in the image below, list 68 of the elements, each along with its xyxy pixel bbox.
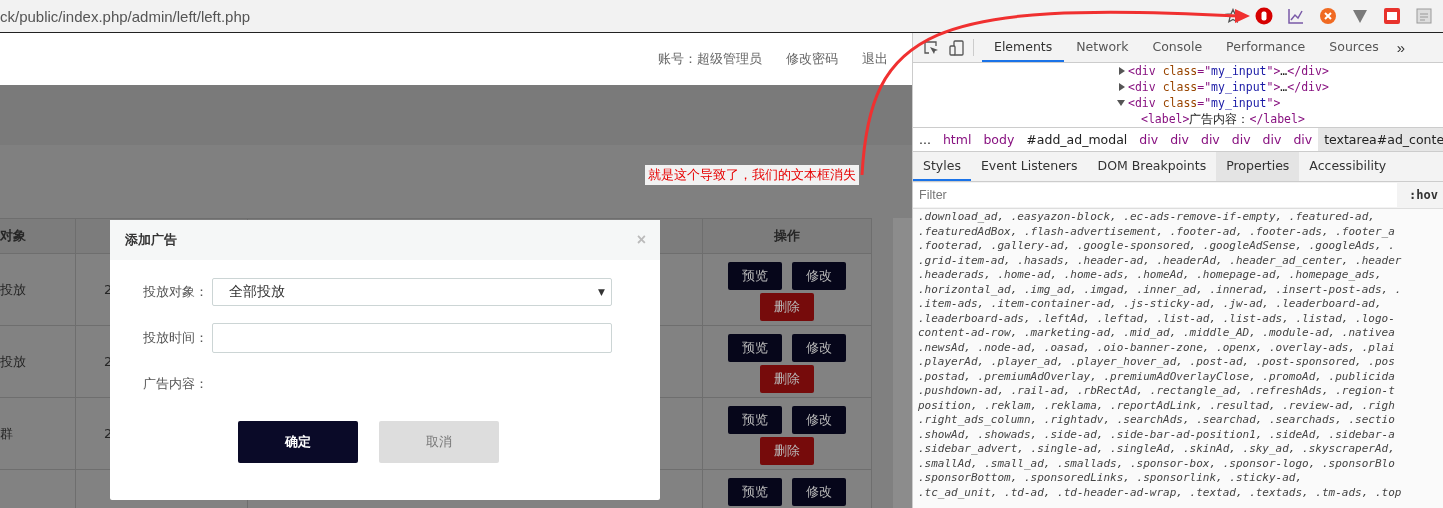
devtools-tab[interactable]: Performance [1214, 33, 1318, 62]
dom-line[interactable]: <div class="my_input"> [1117, 95, 1281, 111]
disclosure-icon[interactable] [1117, 100, 1125, 106]
account-label: 账号：超级管理员 [658, 50, 762, 68]
action-button[interactable]: 修改 [792, 262, 846, 290]
panel-tab[interactable]: Accessibility [1299, 152, 1397, 181]
breadcrumb-item[interactable]: div [1256, 128, 1288, 151]
devtools-tab[interactable]: Network [1064, 33, 1141, 62]
field-label: 投放对象： [143, 283, 209, 301]
scrollbar-track[interactable] [893, 218, 912, 508]
field-label: 广告内容： [143, 375, 209, 393]
input-field[interactable] [212, 323, 612, 353]
breadcrumb-item[interactable]: #add_ad_modal [1020, 128, 1134, 151]
header-link[interactable]: 退出 [862, 50, 888, 68]
breadcrumb-item[interactable]: div [1164, 128, 1195, 151]
column-header: 操作 [703, 219, 872, 254]
dom-line[interactable]: <div class="my_input">…</div> [1117, 79, 1329, 95]
breadcrumb-item[interactable]: div [1194, 128, 1226, 151]
square-icon[interactable] [1383, 7, 1401, 25]
panel-tab[interactable]: Properties [1216, 152, 1300, 181]
action-button[interactable]: 预览 [728, 478, 782, 506]
circle-icon[interactable] [1319, 7, 1337, 25]
star-icon[interactable] [1225, 8, 1241, 24]
table-cell: 投放 [0, 254, 76, 326]
action-button[interactable]: 预览 [728, 406, 782, 434]
field-label: 投放时间： [143, 329, 209, 347]
breadcrumb-item[interactable]: textarea#ad_conte [1318, 128, 1443, 151]
breadcrumb-item[interactable]: body [977, 128, 1021, 151]
breadcrumb-item[interactable]: div [1133, 128, 1165, 151]
dom-line[interactable]: <label>广告内容：</label> [1141, 111, 1305, 127]
dom-line[interactable]: <div class="my_input">…</div> [1117, 63, 1329, 79]
devtools-tab[interactable]: Sources [1317, 33, 1391, 62]
css-code: .download_ad, .easyazon-block, .ec-ads-remove-if-empty, .featured-ad, .featuredAdBox, .flash-advertisement, .footer-ad, .footer-ads, .footer_a .footerad, .gallery-ad, .google-sponsored, .googleAdSense, .googleAds, . .grid-item-ad, .hasads, .header-ad, .headerAd, .header_ad_center, .header .headerads, .home-ad, .home-ads, .homeAd, .homepage-ad, .homepage_ads, .horizontal_ad, .img_ad, .imgad, .inner_ad, .innerad, .insert-post-ads, . .item-ads, .item-container-ad, .js-sticky-ad, .jw-ad, .leaderboard-ad, .leaderboard-ads, .leftAd, .leftad, .list-ad, .list-ads, .listad, .logo- content-ad-row, .marketing-ad, .mid_ad, .middle_AD, .module-ad, .nativea .newsAd, .node-ad, .oasad, .oio-banner-zone, .openx, .overlay-ads, .plai .playerAd, .player_ad, .player_hover_ad, .post-ad, .post-sponsored, .pos .postad, .premiumAdOverlay, .premiumAdOverlayClose, .promoAd, .publicida .pushdown-ad, .rail-ad, .rbRectAd, .rectangle_ad, .refreshAds, .region-t position, .reklam, .reklama, .reportAdLink, .resultad, .review-ad, .righ .right_ads_column, .rightadv, .searchAds, .searchad, .searchads, .sectio .showAd, .showads, .side-ad, .side-bar-ad-position1, .sideAd, .sidebar-a .sidebar_advert, .single-ad, .singleAd, .skinAd, .sky_ad, .skyscraperAd, .smallAd, .small_ad, .smallads, .sponsor-box, .sponsor-logo, .sponsorBlo .sponsorBottom, .sponsoredLinks, .sponsorlink, .sticky-ad, .tc_ad_unit, .td-ad, .td-header-ad-wrap, .textad, .textads, .tm-ads, .top [913, 209, 1443, 508]
panel-tab[interactable]: DOM Breakpoints [1087, 152, 1217, 181]
inspect-icon[interactable] [923, 39, 939, 56]
chart-icon[interactable] [1287, 7, 1305, 25]
cancel-button[interactable]: 取消 [379, 421, 499, 463]
action-button[interactable]: 修改 [792, 334, 846, 362]
chevron-icon[interactable] [1351, 7, 1369, 25]
action-button[interactable]: 删除 [760, 437, 814, 465]
breadcrumb-item[interactable]: ... [913, 128, 937, 151]
action-button[interactable]: 修改 [792, 406, 846, 434]
action-button[interactable]: 预览 [728, 262, 782, 290]
annotation-text: 就是这个导致了，我们的文本框消失 [645, 165, 859, 185]
table-cell: 投放 [0, 326, 76, 398]
action-button[interactable]: 修改 [792, 478, 846, 506]
filter-field[interactable]: Filter [913, 183, 1397, 207]
column-header: 对象 [0, 219, 76, 254]
hover-state-toggle[interactable]: :hov [1409, 188, 1438, 202]
panel-tab[interactable]: Event Listeners [970, 152, 1088, 181]
breadcrumb-item[interactable]: div [1225, 128, 1257, 151]
action-button[interactable]: 删除 [760, 293, 814, 321]
modal-title: 添加广告 [125, 231, 177, 249]
device-icon[interactable] [949, 39, 965, 56]
select-field[interactable]: 全部投放 ▼ [212, 278, 612, 306]
table-cell: 群 [0, 398, 76, 470]
stop-icon[interactable] [1255, 7, 1273, 25]
breadcrumb-item[interactable]: div [1287, 128, 1319, 151]
disclosure-icon[interactable] [1119, 83, 1125, 91]
disclosure-icon[interactable] [1119, 67, 1125, 75]
action-button[interactable]: 预览 [728, 334, 782, 362]
more-tabs-button[interactable]: » [1390, 33, 1412, 62]
breadcrumb-item[interactable]: html [936, 128, 978, 151]
confirm-button[interactable]: 确定 [238, 421, 358, 463]
action-button[interactable]: 删除 [760, 365, 814, 393]
devtools-tab[interactable]: Console [1140, 33, 1215, 62]
header-link[interactable]: 修改密码 [786, 50, 838, 68]
devtools-tab[interactable]: Elements [982, 33, 1065, 62]
